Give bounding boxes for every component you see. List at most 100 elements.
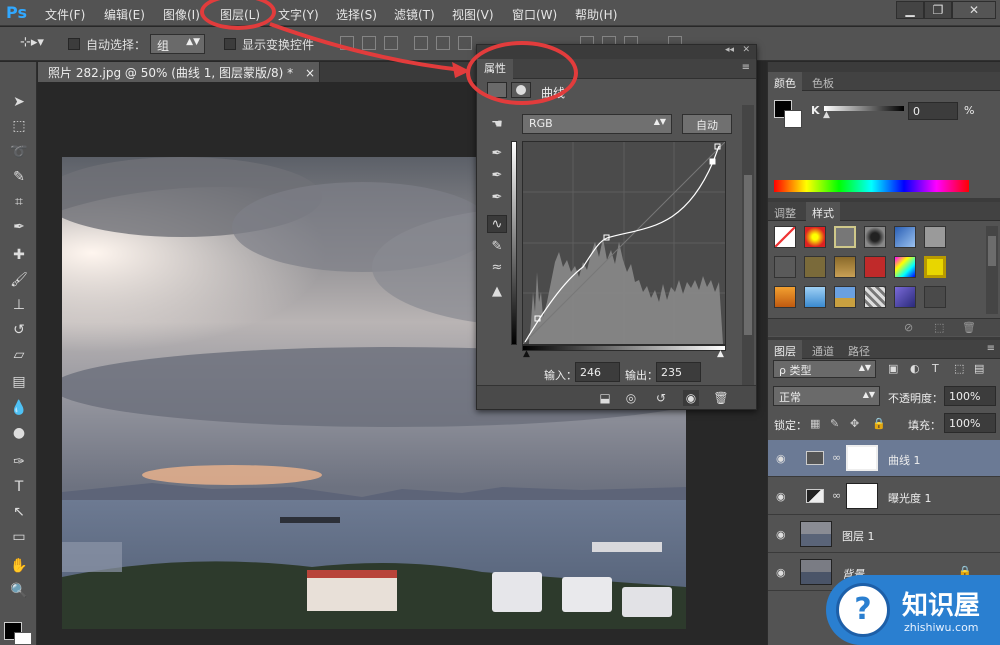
- style-swatch[interactable]: [834, 226, 856, 248]
- tab-swatches[interactable]: 色板: [806, 72, 840, 91]
- align-hcenter-icon[interactable]: [436, 36, 450, 50]
- menu-file[interactable]: 文件(F): [45, 6, 85, 23]
- hand-tool-icon[interactable]: ✋: [8, 556, 30, 576]
- background-color-swatch[interactable]: [14, 632, 32, 645]
- channel-dropdown[interactable]: RGB ▲▼: [522, 114, 672, 134]
- tab-styles[interactable]: 样式: [806, 202, 840, 221]
- layer-mask-thumbnail[interactable]: [846, 483, 878, 509]
- opacity-field[interactable]: 100%: [944, 386, 996, 406]
- curve-graph[interactable]: [522, 141, 726, 345]
- clear-style-icon[interactable]: ⊘: [904, 321, 913, 334]
- restore-button[interactable]: ❐: [924, 1, 952, 19]
- move-tool-icon[interactable]: ➤: [8, 92, 30, 112]
- menu-type[interactable]: 文字(Y): [278, 6, 319, 23]
- minimize-button[interactable]: ▁: [896, 1, 924, 19]
- filter-smart-object-icon[interactable]: ▤: [974, 362, 984, 375]
- layer-row[interactable]: ◉ 图层 1: [768, 516, 1000, 553]
- k-value-field[interactable]: 0: [908, 102, 958, 120]
- edit-points-icon[interactable]: ∿: [487, 215, 507, 233]
- eyedropper-tool-icon[interactable]: ✒: [8, 217, 30, 237]
- fill-field[interactable]: 100%: [944, 413, 996, 433]
- white-point-eyedropper-icon[interactable]: ✒: [487, 189, 507, 207]
- menu-select[interactable]: 选择(S): [336, 6, 377, 23]
- scrollbar-thumb[interactable]: [988, 236, 996, 266]
- layer-name[interactable]: 曲线 1: [888, 452, 921, 468]
- visibility-eye-icon[interactable]: ◉: [776, 452, 790, 465]
- style-swatch[interactable]: [894, 226, 916, 248]
- visibility-eye-icon[interactable]: ◉: [683, 390, 699, 406]
- new-style-icon[interactable]: ⬚: [934, 321, 944, 334]
- output-field[interactable]: 235: [656, 362, 701, 382]
- style-swatch[interactable]: [864, 256, 886, 278]
- style-swatch[interactable]: [834, 256, 856, 278]
- show-transform-checkbox[interactable]: [224, 38, 236, 50]
- white-slider-icon[interactable]: ▲: [717, 349, 724, 359]
- gray-point-eyedropper-icon[interactable]: ✒: [487, 167, 507, 185]
- style-swatch[interactable]: [804, 256, 826, 278]
- align-vcenter-icon[interactable]: [362, 36, 376, 50]
- brush-tool-icon[interactable]: 🖌: [8, 270, 30, 290]
- layer-name[interactable]: 曝光度 1: [888, 490, 932, 506]
- align-right-icon[interactable]: [458, 36, 472, 50]
- history-brush-tool-icon[interactable]: ↺: [8, 320, 30, 340]
- blur-tool-icon[interactable]: 💧: [8, 398, 30, 418]
- panel-menu-icon[interactable]: ≡: [742, 62, 750, 73]
- style-swatch[interactable]: [924, 286, 946, 308]
- lock-image-icon[interactable]: ✎: [830, 417, 839, 430]
- align-left-icon[interactable]: [414, 36, 428, 50]
- panel-close-icon[interactable]: ✕: [742, 45, 750, 55]
- menu-window[interactable]: 窗口(W): [512, 6, 557, 23]
- style-swatch[interactable]: [774, 256, 796, 278]
- on-image-adjust-icon[interactable]: ☚: [487, 116, 507, 134]
- view-previous-icon[interactable]: ◎: [623, 390, 639, 406]
- zoom-tool-icon[interactable]: 🔍: [8, 581, 30, 601]
- clipping-warning-icon[interactable]: ▲: [487, 283, 507, 301]
- black-point-eyedropper-icon[interactable]: ✒: [487, 145, 507, 163]
- pen-tool-icon[interactable]: ✑: [8, 452, 30, 472]
- delete-style-icon[interactable]: 🗑: [962, 321, 976, 334]
- visibility-eye-icon[interactable]: ◉: [776, 566, 790, 579]
- lock-transparent-icon[interactable]: ▦: [810, 417, 820, 430]
- delete-trash-icon[interactable]: 🗑: [713, 390, 729, 406]
- layer-mask-thumbnail[interactable]: [846, 445, 878, 471]
- scrollbar-thumb[interactable]: [744, 175, 752, 335]
- gradient-tool-icon[interactable]: ▤: [8, 372, 30, 392]
- menu-help[interactable]: 帮助(H): [575, 6, 617, 23]
- clip-to-layer-icon[interactable]: ⬓: [597, 390, 613, 406]
- layer-row[interactable]: ◉ ∞ 曝光度 1: [768, 478, 1000, 515]
- menu-view[interactable]: 视图(V): [452, 6, 494, 23]
- filter-type-icon[interactable]: T: [932, 362, 939, 375]
- healing-brush-tool-icon[interactable]: ✚: [8, 245, 30, 265]
- properties-scrollbar[interactable]: [742, 105, 754, 385]
- path-select-tool-icon[interactable]: ↖: [8, 502, 30, 522]
- auto-select-checkbox[interactable]: [68, 38, 80, 50]
- layer-filter-dropdown[interactable]: ρ 类型 ▲▼: [773, 360, 876, 378]
- reset-icon[interactable]: ↺: [653, 390, 669, 406]
- color-spectrum-bar[interactable]: [774, 180, 969, 192]
- visibility-eye-icon[interactable]: ◉: [776, 490, 790, 503]
- style-swatch[interactable]: [924, 226, 946, 248]
- move-tool-icon[interactable]: ⊹▸▾: [20, 35, 44, 50]
- style-swatch[interactable]: [894, 256, 916, 278]
- lock-all-icon[interactable]: 🔒: [872, 417, 886, 430]
- layer-name[interactable]: 图层 1: [842, 528, 875, 544]
- chain-link-icon[interactable]: ∞: [832, 451, 841, 464]
- eraser-tool-icon[interactable]: ▱: [8, 345, 30, 365]
- document-tab[interactable]: 照片 282.jpg @ 50% (曲线 1, 图层蒙版/8) * ×: [38, 62, 320, 82]
- menu-image[interactable]: 图像(I): [163, 6, 200, 23]
- panel-grip-bar[interactable]: [768, 62, 1000, 72]
- type-tool-icon[interactable]: T: [8, 477, 30, 497]
- marquee-tool-icon[interactable]: ⬚: [8, 116, 30, 136]
- tab-color[interactable]: 颜色: [768, 72, 802, 91]
- style-swatch[interactable]: [804, 226, 826, 248]
- panel-menu-icon[interactable]: ≡: [987, 343, 995, 354]
- black-slider-icon[interactable]: ▲: [523, 349, 530, 359]
- close-tab-icon[interactable]: ×: [305, 66, 315, 80]
- style-swatch[interactable]: [864, 286, 886, 308]
- background-color-swatch[interactable]: [784, 110, 802, 128]
- align-bottom-icon[interactable]: [384, 36, 398, 50]
- style-swatch[interactable]: [864, 226, 886, 248]
- lock-position-icon[interactable]: ✥: [850, 417, 859, 430]
- input-field[interactable]: 246: [575, 362, 620, 382]
- style-swatch[interactable]: [774, 286, 796, 308]
